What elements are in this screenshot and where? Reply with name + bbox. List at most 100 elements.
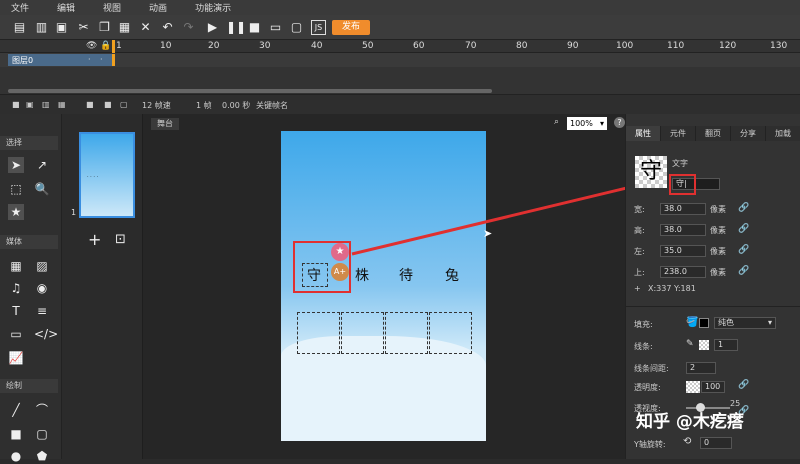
char-tu[interactable]: 兔 [445,265,459,285]
left-field[interactable]: 35.0 [660,245,706,257]
delete-icon[interactable]: ✕ [138,20,153,35]
image-icon[interactable]: ▨ [34,258,50,274]
keyframe-marker[interactable] [112,54,115,66]
opacity-field[interactable]: 100 [701,381,725,393]
menu-demo[interactable]: 功能演示 [184,1,242,14]
menu-edit[interactable]: 编辑 [46,1,86,14]
char-dai[interactable]: 待 [399,265,413,285]
undo-icon[interactable]: ↶ [160,20,175,35]
redo-icon[interactable]: ↷ [181,20,196,35]
screen-icon[interactable]: ▢ [289,20,304,35]
fill-color-swatch[interactable] [699,318,709,328]
height-field[interactable]: 38.0 [660,224,706,236]
tab-symbols[interactable]: 元件 [661,126,696,141]
timeline-scrollbar[interactable] [8,89,492,93]
frame-icon[interactable]: ■ [86,100,94,109]
ellipse-icon[interactable]: ● [8,448,24,464]
select-section-header[interactable]: 选择 [0,136,58,150]
paste-icon[interactable]: ▦ [117,20,132,35]
code-icon[interactable]: </> [34,326,58,342]
answer-box[interactable] [341,312,384,354]
transform-icon[interactable]: ⬚ [8,181,24,197]
line-color-swatch[interactable] [699,340,709,350]
timeline-area[interactable] [0,67,800,94]
menu-file[interactable]: 文件 [0,1,40,14]
answer-box[interactable] [297,312,340,354]
fill-type-select[interactable]: 纯色 ▾ [714,317,776,329]
eye-icon[interactable]: 👁 [86,41,97,51]
tab-flip[interactable]: 翻页 [696,126,731,141]
link-icon[interactable]: 🔗 [738,203,749,213]
open-icon[interactable]: ▥ [34,20,49,35]
arrow-icon[interactable]: ➤ [8,157,24,173]
video-icon[interactable]: ◉ [34,280,50,296]
rect-icon[interactable]: ■ [8,426,24,442]
cut-icon[interactable]: ✂ [76,20,91,35]
answer-box[interactable] [429,312,472,354]
grid-icon[interactable]: ▦ [8,258,24,274]
rotate-icon[interactable]: ⟲ [683,436,691,447]
play-icon[interactable]: ▶ [205,20,220,35]
pause-icon[interactable]: ❚❚ [226,20,246,35]
add-page-icon[interactable]: + [88,230,101,249]
delete-layer-icon[interactable]: ▦ [58,100,66,109]
frame-edit-icon[interactable]: ■ [104,100,112,109]
publish-button[interactable]: 发布 [332,20,370,35]
answer-box[interactable] [385,312,428,354]
link-icon[interactable]: 🔗 [738,380,749,390]
zoom-icon[interactable]: 🔍 [34,181,50,197]
chart-icon[interactable]: 📈 [8,350,24,366]
paint-bucket-icon[interactable]: 🪣 [686,317,698,328]
top-field[interactable]: 238.0 [660,266,706,278]
link-icon[interactable]: 🔗 [738,245,749,255]
width-field[interactable]: 38.0 [660,203,706,215]
new-icon[interactable]: ▤ [12,20,27,35]
preview-icon[interactable]: ▭ [268,20,283,35]
tab-properties[interactable]: 属性 [626,126,661,141]
help-icon[interactable]: ? [614,117,625,128]
layer-row[interactable]: 图层0 · · [0,53,800,67]
layer-lock-icon[interactable]: · [100,55,103,64]
frame-delete-icon[interactable]: ▢ [120,100,128,109]
yrot-field[interactable]: 0 [700,437,732,449]
lock-icon[interactable]: 🔒 [100,41,111,51]
js-icon[interactable]: JS [311,20,326,35]
copy-icon[interactable]: ❐ [97,20,112,35]
zoom-search-icon[interactable]: ⌕ [554,117,559,127]
link-icon[interactable]: 🔗 [738,266,749,276]
line-spacing-field[interactable]: 2 [686,362,716,374]
tab-load[interactable]: 加载 [766,126,800,141]
shape-icon[interactable]: ▭ [8,326,24,342]
zoom-select[interactable]: 100% ▾ [567,117,607,130]
layer-visible-icon[interactable]: · [88,55,91,64]
star-tool-icon[interactable]: ★ [8,204,24,220]
pencil-icon[interactable]: ✎ [686,339,694,349]
import-page-icon[interactable]: ⊡ [115,232,126,247]
save-icon[interactable]: ▣ [54,20,69,35]
paragraph-icon[interactable]: ≡ [34,303,50,319]
link-icon[interactable]: 🔗 [738,224,749,234]
rounded-rect-icon[interactable]: ▢ [34,426,50,442]
tick-label: 60 [413,41,425,51]
tab-share[interactable]: 分享 [731,126,766,141]
page-thumbnail[interactable]: · · · · [79,132,135,218]
text-icon[interactable]: T [8,303,24,319]
playhead[interactable] [112,40,115,53]
canvas-area[interactable]: 舞台 ⌕ 100% ▾ ? 守 株 待 兔 ★ A+ ➤ [143,114,625,459]
line-icon[interactable]: ╱ [8,402,24,418]
add-folder-icon[interactable]: ▣ [26,100,34,109]
add-layer-icon[interactable]: ■ [12,100,20,109]
stage-tab[interactable]: 舞台 [151,118,179,130]
menu-view[interactable]: 视图 [92,1,132,14]
polygon-icon[interactable]: ⬟ [34,448,50,464]
char-zhu[interactable]: 株 [355,265,369,285]
folder-icon[interactable]: ▥ [42,100,50,109]
stop-icon[interactable]: ■ [247,20,262,35]
media-section-header[interactable]: 媒体 [0,235,58,249]
audio-icon[interactable]: ♫ [8,280,24,296]
menu-animation[interactable]: 动画 [138,1,178,14]
draw-section-header[interactable]: 绘制 [0,379,58,393]
curve-icon[interactable]: ⌒ [34,402,50,418]
line-width-field[interactable]: 1 [714,339,738,351]
node-select-icon[interactable]: ↗ [34,157,50,173]
